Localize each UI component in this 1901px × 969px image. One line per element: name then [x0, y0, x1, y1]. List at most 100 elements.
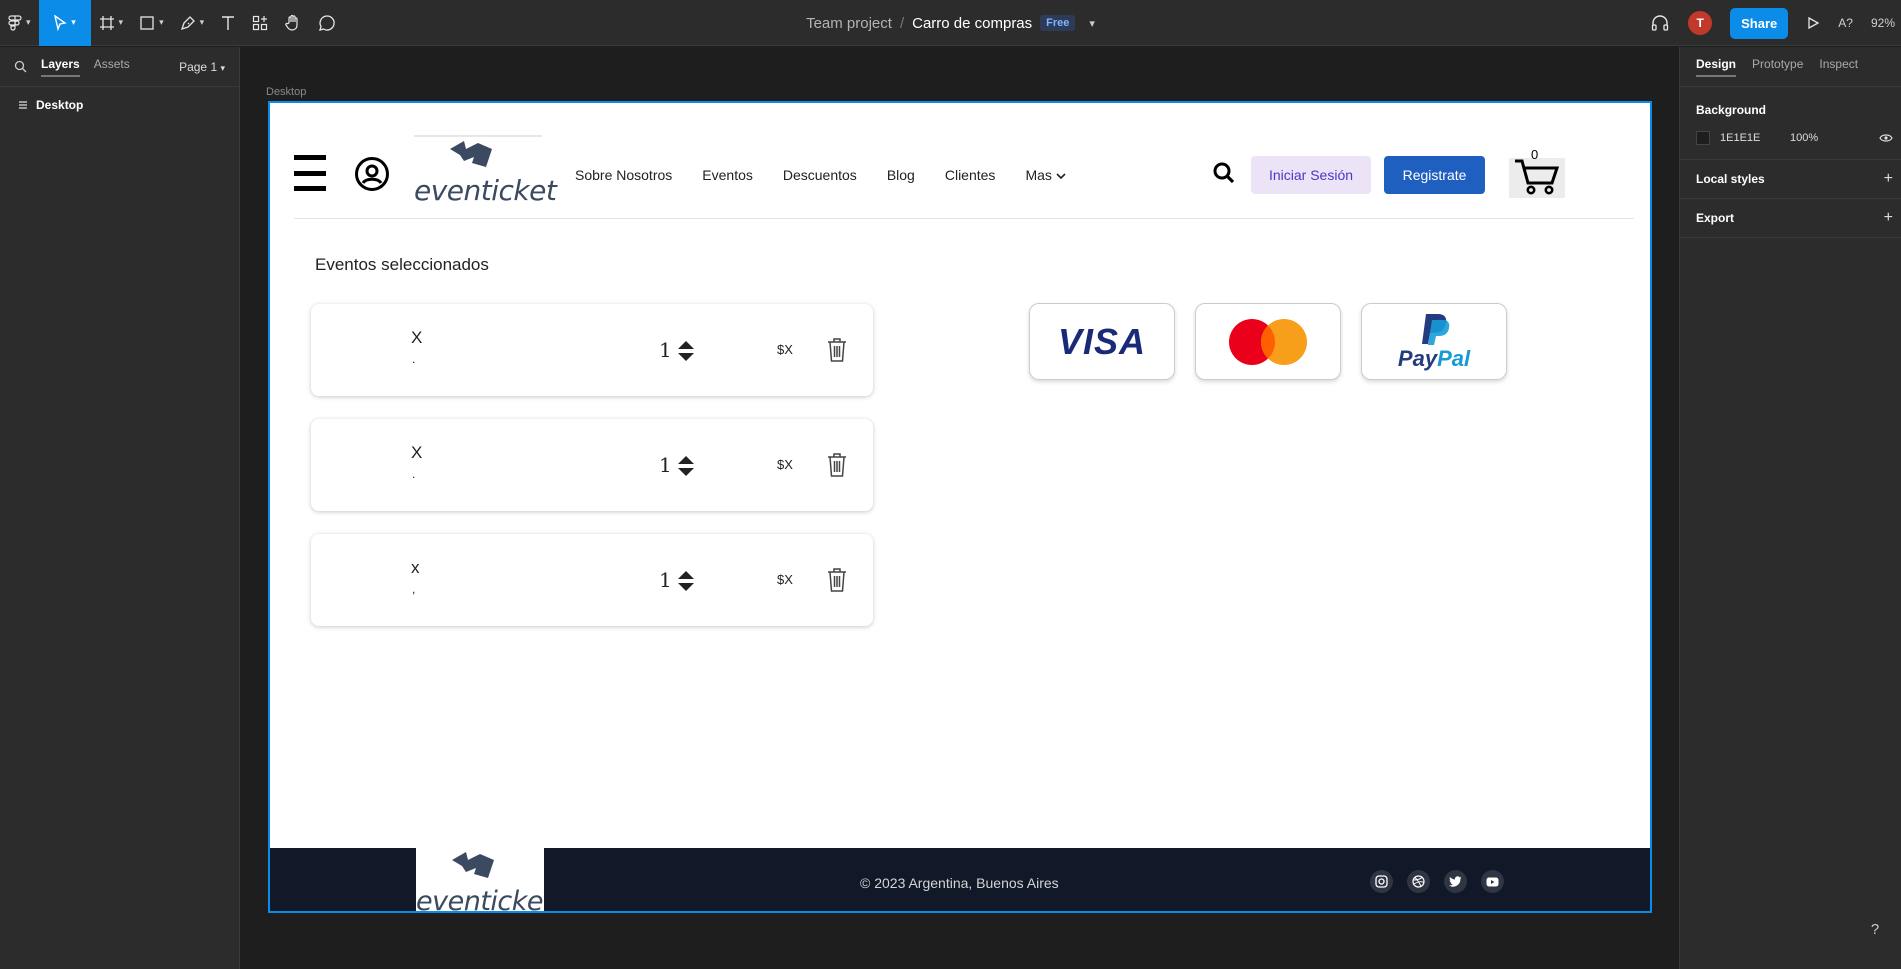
- item-price: $X: [777, 342, 793, 357]
- main-menu-button[interactable]: ▾: [0, 0, 39, 46]
- text-tool-button[interactable]: [212, 0, 244, 46]
- help-button[interactable]: ?: [1860, 914, 1890, 944]
- color-swatch[interactable]: [1696, 131, 1710, 145]
- search-icon[interactable]: [14, 60, 27, 73]
- chevron-down-icon: ▾: [118, 17, 124, 27]
- right-panel-tabs: Design Prototype Inspect: [1680, 47, 1901, 87]
- pen-tool-button[interactable]: ▾: [172, 0, 213, 46]
- quantity-stepper-icon[interactable]: [677, 455, 695, 477]
- frame-label[interactable]: Desktop: [266, 86, 306, 98]
- frame-tool-button[interactable]: ▾: [91, 0, 132, 46]
- play-icon[interactable]: [1806, 16, 1820, 30]
- top-toolbar: ▾ ▾ ▾ ▾ ▾ Team project / Carro de compra…: [0, 0, 1901, 46]
- file-menu-chevron-icon[interactable]: ▾: [1089, 17, 1095, 30]
- left-panel: Layers Assets Page 1 ▾ Desktop: [0, 47, 240, 969]
- item-subtitle: .: [412, 467, 416, 481]
- move-tool-button[interactable]: ▾: [38, 0, 91, 46]
- figma-menu-icon: [8, 14, 22, 31]
- move-icon: [54, 14, 68, 31]
- social-links: [1370, 870, 1504, 893]
- layer-item[interactable]: Desktop: [0, 91, 239, 119]
- background-hex[interactable]: 1E1E1E: [1720, 132, 1780, 144]
- visa-card[interactable]: VISA: [1029, 303, 1175, 380]
- hand-icon: [285, 14, 298, 31]
- visa-logo: VISA: [1057, 320, 1147, 362]
- register-button[interactable]: Registrate: [1384, 156, 1485, 194]
- resources-tool-button[interactable]: [244, 0, 276, 46]
- quantity-stepper-icon[interactable]: [677, 340, 695, 362]
- zoom-level[interactable]: 92%: [1871, 16, 1895, 30]
- tab-assets[interactable]: Assets: [94, 57, 130, 77]
- background-opacity[interactable]: 100%: [1790, 132, 1818, 144]
- trash-icon[interactable]: [827, 568, 847, 592]
- paypal-wordmark: PayPal: [1398, 346, 1470, 372]
- item-quantity: 1: [659, 453, 672, 477]
- user-icon[interactable]: [354, 156, 390, 192]
- nav-link-eventos[interactable]: Eventos: [702, 167, 753, 183]
- tab-prototype[interactable]: Prototype: [1752, 57, 1803, 77]
- eye-icon[interactable]: [1879, 133, 1893, 143]
- comment-icon: [319, 14, 335, 31]
- section-title: Eventos seleccionados: [315, 255, 489, 274]
- add-style-icon[interactable]: +: [1884, 170, 1893, 188]
- logo-text: eventicket: [414, 174, 557, 207]
- file-name[interactable]: Carro de compras: [912, 15, 1032, 32]
- youtube-icon[interactable]: [1481, 870, 1504, 893]
- paypal-card[interactable]: PayPal: [1361, 303, 1507, 380]
- cart-item: X . 1 $X: [311, 304, 873, 396]
- site-footer: eventicket © 2023 Argentina, Buenos Aire…: [270, 848, 1650, 911]
- add-export-icon[interactable]: +: [1884, 209, 1893, 227]
- nav-link-clientes[interactable]: Clientes: [945, 167, 996, 183]
- local-styles-label: Local styles: [1696, 172, 1765, 186]
- site-logo[interactable]: eventicket: [414, 135, 557, 207]
- comment-tool-button[interactable]: [310, 0, 344, 46]
- frame-icon: [99, 15, 114, 30]
- background-section: Background 1E1E1E 100%: [1680, 87, 1901, 160]
- quantity-stepper-icon[interactable]: [677, 570, 695, 592]
- paypal-wordmark-pay: Pay: [1397, 345, 1438, 371]
- mastercard-card[interactable]: [1195, 303, 1341, 380]
- chevron-down-icon: ▾: [26, 17, 31, 27]
- tab-design[interactable]: Design: [1696, 57, 1737, 77]
- item-price: $X: [777, 457, 793, 472]
- cart-item: X . 1 $X: [311, 419, 873, 511]
- hamburger-menu-icon[interactable]: [294, 155, 326, 191]
- desktop-frame[interactable]: eventicket Sobre Nosotros Eventos Descue…: [268, 101, 1652, 913]
- nav-link-sobre-nosotros[interactable]: Sobre Nosotros: [575, 167, 672, 183]
- tab-layers[interactable]: Layers: [41, 57, 80, 77]
- layer-name: Desktop: [36, 98, 84, 112]
- twitter-icon[interactable]: [1444, 870, 1467, 893]
- cart-button[interactable]: 0: [1509, 147, 1569, 198]
- login-button[interactable]: Iniciar Sesión: [1251, 156, 1371, 194]
- tab-inspect[interactable]: Inspect: [1819, 57, 1858, 77]
- item-quantity: 1: [659, 338, 672, 362]
- trash-icon[interactable]: [827, 338, 847, 362]
- export-label: Export: [1696, 211, 1735, 225]
- nav-link-descuentos[interactable]: Descuentos: [783, 167, 857, 183]
- copyright-text: © 2023 Argentina, Buenos Aires: [860, 875, 1059, 891]
- trash-icon[interactable]: [827, 453, 847, 477]
- paypal-logo-icon: [1422, 313, 1450, 345]
- shape-tool-button[interactable]: ▾: [131, 0, 172, 46]
- left-panel-tabs: Layers Assets Page 1 ▾: [0, 47, 239, 87]
- footer-logo[interactable]: eventicket: [416, 848, 544, 911]
- share-button[interactable]: Share: [1730, 7, 1789, 39]
- cart-icon: [1515, 159, 1560, 195]
- search-icon[interactable]: [1212, 161, 1236, 185]
- local-styles-section: Local styles +: [1680, 160, 1901, 199]
- team-name[interactable]: Team project: [806, 15, 892, 32]
- hand-tool-button[interactable]: [276, 0, 310, 46]
- item-subtitle: .: [412, 352, 416, 366]
- nav-link-blog[interactable]: Blog: [887, 167, 915, 183]
- font-check-button[interactable]: A?: [1838, 16, 1853, 30]
- dribbble-icon[interactable]: [1407, 870, 1430, 893]
- headphones-icon[interactable]: [1650, 13, 1670, 33]
- chevron-down-icon: ▾: [199, 17, 205, 27]
- mastercard-logo-icon: [1229, 318, 1307, 365]
- page-selector[interactable]: Page 1 ▾: [179, 60, 225, 74]
- chevron-down-icon: [1056, 173, 1066, 180]
- avatar[interactable]: T: [1688, 11, 1713, 35]
- instagram-icon[interactable]: [1370, 870, 1393, 893]
- toolbar-right: T Share A? 92%: [1650, 0, 1901, 46]
- nav-link-mas[interactable]: Mas: [1025, 167, 1066, 183]
